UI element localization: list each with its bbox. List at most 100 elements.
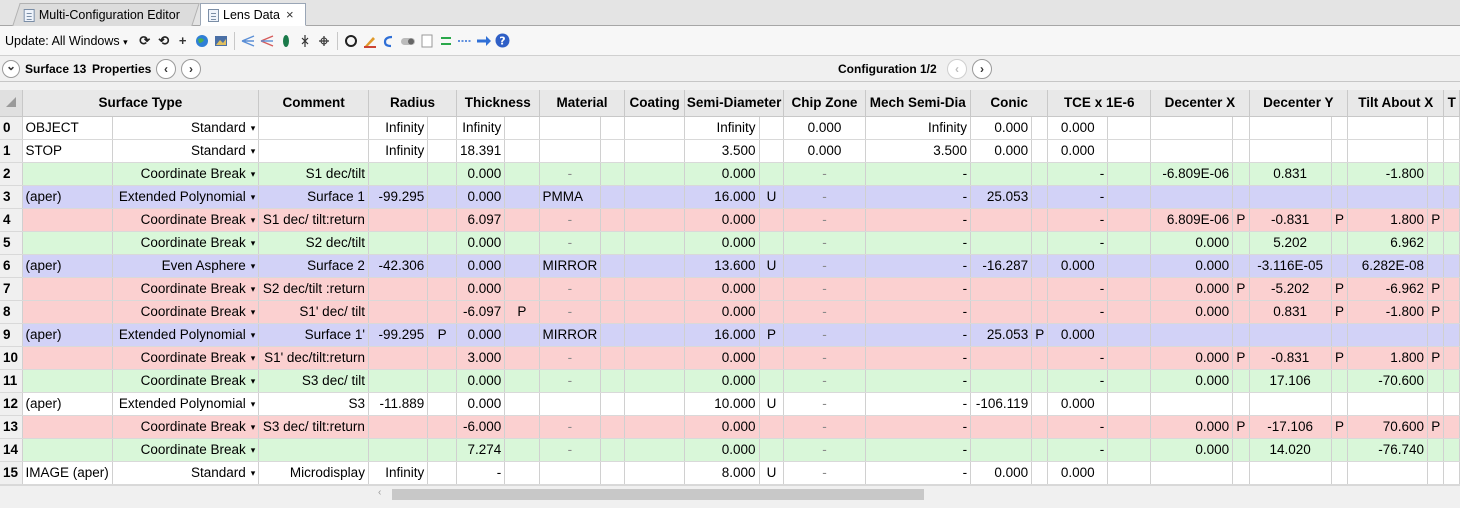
decenter-y-cell[interactable]: 14.020 [1249,438,1332,462]
truncated-column-cell[interactable] [1443,323,1460,347]
surface-name-cell[interactable] [22,277,113,301]
conic-cell[interactable]: 0.000 [970,116,1033,140]
tilt-about-x-solve-cell[interactable] [1427,438,1445,462]
radius-cell[interactable] [368,369,429,393]
tce-solve-cell[interactable] [1107,254,1152,278]
thickness-cell[interactable]: -6.000 [456,415,506,439]
lens-split-icon[interactable] [316,33,332,49]
conic-cell[interactable] [970,208,1033,232]
picture-icon[interactable] [213,33,229,49]
material-solve-cell[interactable] [600,346,626,370]
radius-cell[interactable] [368,208,429,232]
chevron-down-icon[interactable]: ▾ [251,169,256,179]
semi-diameter-solve-cell[interactable] [759,369,785,393]
decenter-y-cell[interactable]: -3.116E-05 [1249,254,1332,278]
conic-solve-cell[interactable] [1031,162,1049,186]
material-cell[interactable]: - [539,369,602,393]
thickness-cell[interactable]: - [456,461,506,485]
surface-type-dropdown[interactable]: Coordinate Break ▾ [112,346,260,370]
chevron-down-icon[interactable]: ▾ [251,284,256,294]
truncated-column-cell[interactable] [1443,438,1460,462]
tilt-about-x-solve-cell[interactable]: P [1427,208,1445,232]
decenter-x-cell[interactable] [1150,392,1234,416]
truncated-column-cell[interactable] [1443,139,1460,163]
row-number[interactable]: 2 [0,162,23,186]
semi-diameter-cell[interactable]: 0.000 [684,162,760,186]
conic-cell[interactable]: -106.119 [970,392,1033,416]
coating-cell[interactable] [624,461,685,485]
thickness-solve-cell[interactable] [504,139,540,163]
edit-pen-icon[interactable] [362,33,378,49]
semi-diameter-cell[interactable]: 0.000 [684,346,760,370]
mech-semi-dia-cell[interactable]: - [865,369,972,393]
coating-cell[interactable] [624,369,685,393]
decenter-x-solve-cell[interactable] [1232,139,1250,163]
radius-solve-cell[interactable] [427,208,457,232]
tilt-about-x-cell[interactable]: -1.800 [1347,300,1429,324]
conic-solve-cell[interactable] [1031,208,1049,232]
surface-type-dropdown[interactable]: Standard ▾ [112,116,260,140]
conic-cell[interactable] [970,438,1033,462]
thickness-solve-cell[interactable] [504,185,540,209]
chip-zone-cell[interactable]: - [783,438,866,462]
radius-cell[interactable]: Infinity [368,461,429,485]
thickness-cell[interactable]: 0.000 [456,323,506,347]
chevron-down-icon[interactable]: ▾ [251,215,256,225]
next-surface-button[interactable]: › [181,59,201,79]
coating-cell[interactable] [624,392,685,416]
decenter-y-cell[interactable]: -5.202 [1249,277,1332,301]
decenter-x-solve-cell[interactable] [1232,438,1250,462]
tce-cell[interactable]: - [1047,208,1109,232]
material-solve-cell[interactable] [600,254,626,278]
row-number[interactable]: 1 [0,139,23,163]
tilt-about-x-solve-cell[interactable] [1427,461,1445,485]
conic-cell[interactable]: 0.000 [970,461,1033,485]
radius-cell[interactable]: -99.295 [368,185,429,209]
thickness-cell[interactable]: 6.097 [456,208,506,232]
surface-name-cell[interactable]: STOP [22,139,113,163]
decenter-x-cell[interactable]: 6.809E-06 [1150,208,1234,232]
decenter-y-cell[interactable] [1249,323,1332,347]
conic-cell[interactable] [970,277,1033,301]
material-cell[interactable]: - [539,346,602,370]
chevron-down-icon[interactable]: ▾ [251,445,256,455]
tce-solve-cell[interactable] [1107,139,1152,163]
tce-solve-cell[interactable] [1107,231,1152,255]
column-header-thickness[interactable]: Thickness [456,90,540,117]
comment-cell[interactable]: S2 dec/tilt [258,231,369,255]
semi-diameter-cell[interactable]: Infinity [684,116,760,140]
column-header-conic[interactable]: Conic [970,90,1049,117]
conic-solve-cell[interactable] [1031,139,1049,163]
thickness-cell[interactable]: 0.000 [456,231,506,255]
tce-solve-cell[interactable] [1107,461,1152,485]
decenter-y-cell[interactable] [1249,461,1332,485]
comment-cell[interactable]: Surface 1' [258,323,369,347]
material-cell[interactable]: - [539,415,602,439]
tilt-about-x-solve-cell[interactable] [1427,254,1445,278]
decenter-x-cell[interactable]: 0.000 [1150,231,1234,255]
crosshair-icon[interactable]: + [175,33,191,49]
thickness-cell[interactable]: 7.274 [456,438,506,462]
tce-solve-cell[interactable] [1107,323,1152,347]
decenter-y-solve-cell[interactable]: P [1331,277,1349,301]
tab-lens-data[interactable]: Lens Data × [200,3,306,26]
mech-semi-dia-cell[interactable]: Infinity [865,116,972,140]
surface-type-dropdown[interactable]: Coordinate Break ▾ [112,162,260,186]
mech-semi-dia-cell[interactable]: - [865,277,972,301]
radius-cell[interactable]: -11.889 [368,392,429,416]
conic-cell[interactable] [970,346,1033,370]
material-cell[interactable]: - [539,438,602,462]
decenter-x-solve-cell[interactable] [1232,254,1250,278]
thickness-solve-cell[interactable] [504,231,540,255]
conic-solve-cell[interactable] [1031,392,1049,416]
radius-solve-cell[interactable] [427,461,457,485]
column-header-surface-type[interactable]: Surface Type [22,90,260,117]
tilt-about-x-cell[interactable]: -76.740 [1347,438,1429,462]
decenter-x-cell[interactable]: 0.000 [1150,369,1234,393]
column-header-radius[interactable]: Radius [368,90,458,117]
chevron-down-icon[interactable]: ▾ [251,261,256,271]
decenter-x-solve-cell[interactable] [1232,185,1250,209]
chevron-down-icon[interactable]: ▾ [251,146,256,156]
surface-name-cell[interactable] [22,208,113,232]
comment-cell[interactable]: S3 [258,392,369,416]
